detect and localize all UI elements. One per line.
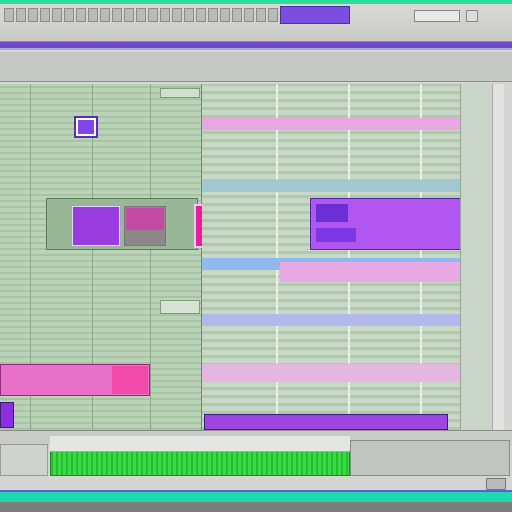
time-counter — [414, 10, 460, 22]
toolbar-button[interactable] — [220, 8, 230, 22]
mixer-panel — [350, 440, 510, 476]
toolbar-button[interactable] — [100, 8, 110, 22]
toolbar-button[interactable] — [268, 8, 278, 22]
menu-strip[interactable] — [0, 42, 512, 50]
roll-highlight — [280, 262, 462, 282]
toolbar-button[interactable] — [16, 8, 26, 22]
waveform-header — [50, 436, 350, 452]
roll-note-row[interactable] — [202, 180, 460, 192]
toolbar-button[interactable] — [196, 8, 206, 22]
toolbar-button[interactable] — [52, 8, 62, 22]
pad-highlight — [126, 208, 164, 230]
toolbar-button[interactable] — [232, 8, 242, 22]
toolbar-button[interactable] — [40, 8, 50, 22]
toolbar-button[interactable] — [112, 8, 122, 22]
roll-side-panel — [460, 84, 492, 430]
lower-left-panel — [0, 444, 48, 476]
toolbar-button[interactable] — [256, 8, 266, 22]
taskbar — [0, 502, 512, 512]
roll-note-row[interactable] — [202, 118, 460, 130]
toolbar-button[interactable] — [64, 8, 74, 22]
marker-fill — [78, 120, 94, 134]
corner-button[interactable] — [486, 478, 506, 490]
toolbar-button[interactable] — [160, 8, 170, 22]
playlist-track-label — [160, 300, 200, 314]
bottom-accent-bar — [0, 490, 512, 502]
scrollbar-icon[interactable] — [492, 84, 504, 430]
pattern-clip-end[interactable] — [112, 366, 148, 394]
roll-highlight — [202, 364, 462, 382]
channel-rack — [46, 198, 198, 250]
toolbar-button[interactable] — [88, 8, 98, 22]
toolbar-button[interactable] — [148, 8, 158, 22]
toolbar-button[interactable] — [124, 8, 134, 22]
toolbar-button[interactable] — [4, 8, 14, 22]
velocity-lane[interactable] — [204, 414, 448, 430]
record-toggle[interactable] — [466, 10, 478, 22]
toolbar-button[interactable] — [172, 8, 182, 22]
track-side-tab[interactable] — [0, 402, 14, 428]
toolbar-button[interactable] — [28, 8, 38, 22]
toolbar-button[interactable] — [208, 8, 218, 22]
pad-icon[interactable] — [72, 206, 120, 246]
toolbar-button[interactable] — [136, 8, 146, 22]
note-block[interactable] — [316, 204, 348, 222]
pattern-selector[interactable] — [280, 6, 350, 24]
toolbar — [0, 52, 512, 82]
toolbar-button[interactable] — [76, 8, 86, 22]
playlist-gridline — [150, 84, 151, 430]
toolbar-button[interactable] — [244, 8, 254, 22]
roll-note-row[interactable] — [202, 314, 460, 326]
note-block[interactable] — [316, 228, 356, 242]
playlist-track-label — [160, 88, 200, 98]
toolbar-button[interactable] — [184, 8, 194, 22]
